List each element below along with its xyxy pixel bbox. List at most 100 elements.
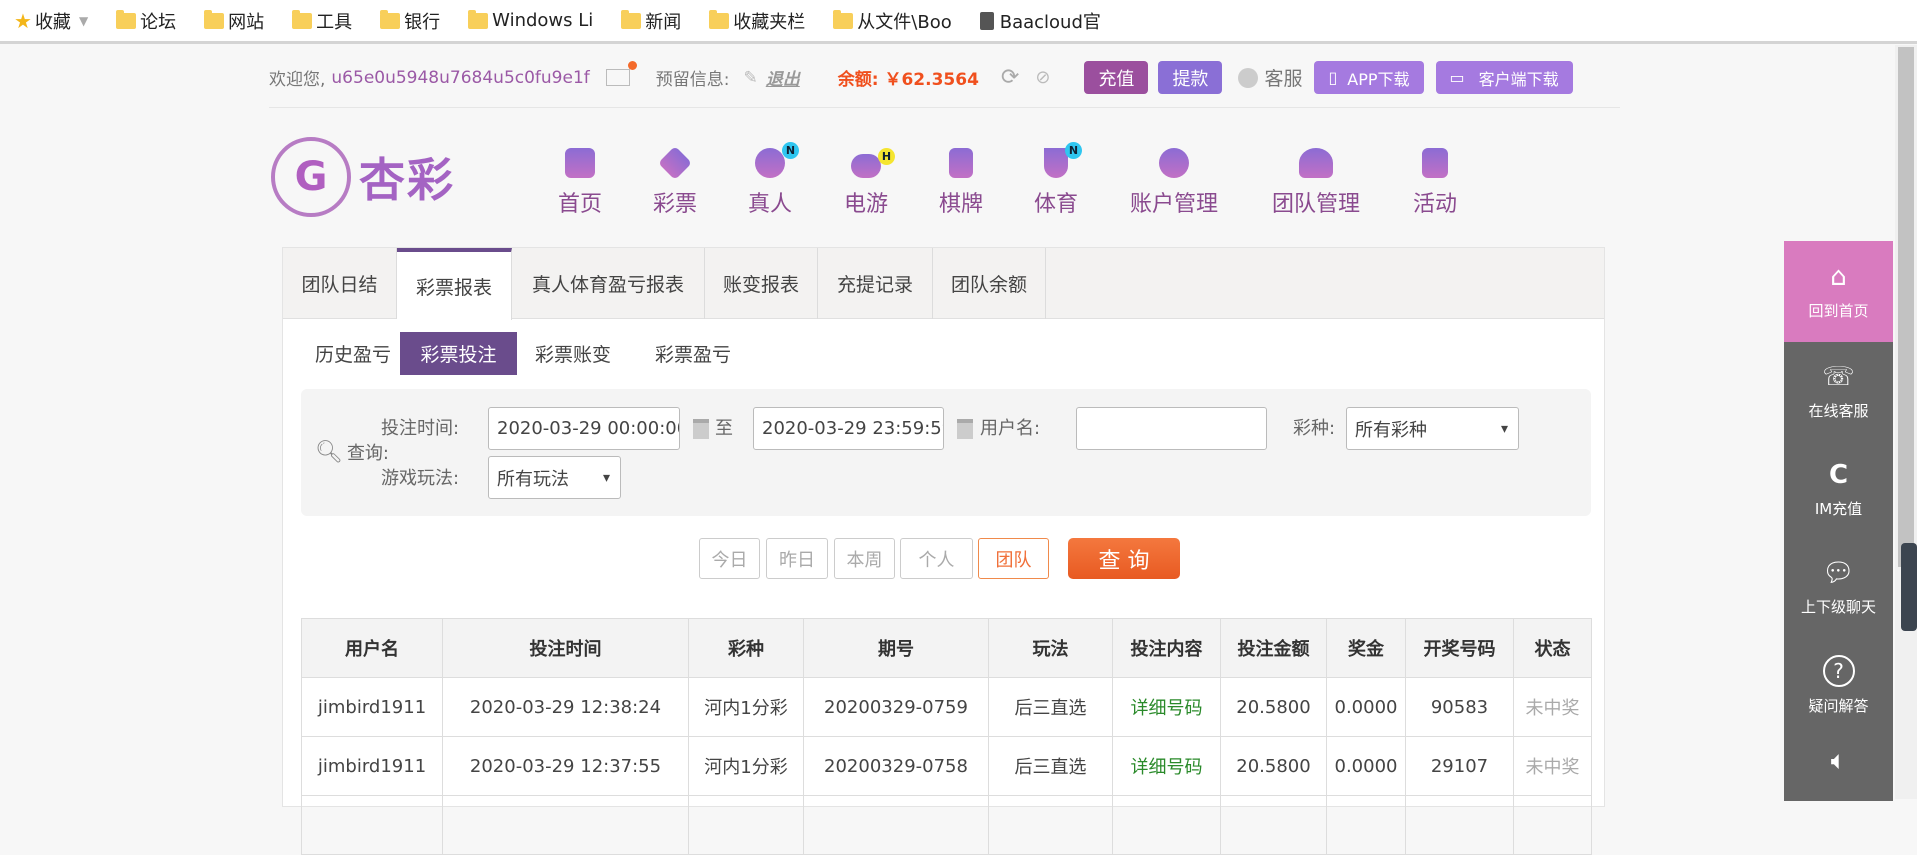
team-button[interactable]: 团队 xyxy=(978,538,1049,579)
search-button[interactable]: 查 询 xyxy=(1068,538,1180,579)
client-download-button[interactable]: ▭ 客户端下载 xyxy=(1435,61,1573,94)
this-week-button[interactable]: 本周 xyxy=(834,538,895,579)
nav-label: 首页 xyxy=(557,192,603,217)
cell-issue: 20200329-0759 xyxy=(803,677,989,737)
cell-play: 后三直选 xyxy=(988,736,1113,796)
bookmark-folder[interactable]: 从文件\Boo xyxy=(833,8,952,34)
tab-account-change[interactable]: 账变报表 xyxy=(705,248,818,319)
nav-activity[interactable]: 活动 xyxy=(1413,148,1457,218)
bookmark-label: Baacloud官 xyxy=(999,11,1101,33)
cell-status: 未中奖 xyxy=(1513,736,1592,796)
app-download-button[interactable]: ▯ APP下载 xyxy=(1314,61,1424,94)
bet-detail-link[interactable]: 详细号码 xyxy=(1112,736,1221,796)
play-type-label: 游戏玩法: xyxy=(381,468,460,489)
bookmark-label: 工具 xyxy=(316,11,353,33)
new-badge: N xyxy=(781,142,799,159)
cell-amount: 20.5800 xyxy=(1220,736,1327,796)
bookmark-favorites[interactable]: ★ 收藏 ▼ xyxy=(14,8,88,34)
play-type-select[interactable]: 所有玩法 xyxy=(488,456,621,499)
page-icon xyxy=(979,11,994,30)
reserved-info-label: 预留信息: xyxy=(655,70,730,90)
tab-live-sports-report[interactable]: 真人体育盈亏报表 xyxy=(512,248,705,319)
bet-time-label: 投注时间: xyxy=(381,418,460,439)
cell-bet-time: 2020-03-29 12:37:55 xyxy=(442,736,689,796)
tab-team-daily[interactable]: 团队日结 xyxy=(283,248,397,319)
bookmarks-bar: ★ 收藏 ▼ 论坛 网站 工具 银行 Windows Li 新闻 收藏夹栏 从文件\… xyxy=(0,0,1917,44)
lottery-type-label: 彩种: xyxy=(1293,418,1336,439)
start-time-input[interactable]: 2020-03-29 00:00:00 xyxy=(488,407,680,450)
subtab-lottery-pnl[interactable]: 彩票盈亏 xyxy=(643,332,743,375)
logo[interactable]: G 杏彩 xyxy=(271,134,481,220)
scrollbar-thumb[interactable] xyxy=(1898,47,1914,567)
cell-lottery: 河内1分彩 xyxy=(688,736,804,796)
personal-button[interactable]: 个人 xyxy=(900,538,973,579)
nav-live[interactable]: N 真人 xyxy=(747,142,799,218)
side-im-recharge[interactable]: C IM充值 xyxy=(1784,440,1893,538)
calendar-icon[interactable] xyxy=(693,419,709,439)
column-header: 状态 xyxy=(1513,618,1592,678)
recharge-button[interactable]: 充值 xyxy=(1084,61,1149,94)
column-header: 开奖号码 xyxy=(1405,618,1514,678)
nav-label: 真人 xyxy=(747,192,793,217)
lottery-type-select[interactable]: 所有彩种 xyxy=(1346,407,1519,450)
im-icon: C xyxy=(1828,459,1849,490)
refresh-icon[interactable]: ⟳ xyxy=(1001,65,1019,90)
folder-icon xyxy=(204,9,225,29)
username-input[interactable] xyxy=(1076,407,1267,450)
service-button[interactable]: 客服 xyxy=(1238,64,1302,91)
subtab-lottery-bets[interactable]: 彩票投注 xyxy=(400,332,517,375)
side-chat[interactable]: 💬︎ 上下级聊天 xyxy=(1784,538,1893,636)
calendar-icon[interactable] xyxy=(957,419,973,439)
bookmark-folder[interactable]: 网站 xyxy=(204,8,264,34)
bookmark-folder[interactable]: 工具 xyxy=(292,8,352,34)
mail-icon[interactable] xyxy=(605,61,637,86)
page-scrollbar[interactable] xyxy=(1895,45,1917,799)
tab-team-balance[interactable]: 团队余额 xyxy=(933,248,1046,319)
folder-icon xyxy=(468,9,489,29)
bet-detail-link[interactable]: 详细号码 xyxy=(1112,677,1221,737)
tab-lottery-report[interactable]: 彩票报表 xyxy=(397,248,512,320)
bookmark-label: 新闻 xyxy=(645,11,682,33)
subtab-lottery-changes[interactable]: 彩票账变 xyxy=(523,332,623,375)
bookmark-folder[interactable]: 收藏夹栏 xyxy=(709,8,805,34)
tab-deposit-withdraw[interactable]: 充提记录 xyxy=(818,248,933,319)
bookmark-label: 收藏 xyxy=(34,11,71,33)
bookmark-page[interactable]: Baacloud官 xyxy=(979,8,1101,34)
end-time-input[interactable]: 2020-03-29 23:59:59 xyxy=(753,407,944,450)
bookmark-folder[interactable]: 新闻 xyxy=(621,8,681,34)
side-speaker[interactable]: 🔈︎ xyxy=(1784,734,1893,832)
hide-eye-icon[interactable]: ⊘ xyxy=(1035,67,1050,88)
nav-sports[interactable]: N 体育 xyxy=(1034,142,1082,218)
service-icon xyxy=(1238,67,1259,88)
bookmark-folder[interactable]: 论坛 xyxy=(116,8,176,34)
gift-icon xyxy=(1421,148,1448,178)
subtab-history-pnl[interactable]: 历史盈亏 xyxy=(303,332,403,375)
volume-widget xyxy=(1901,543,1917,631)
search-icon: 🔍︎ xyxy=(315,439,343,465)
column-header: 玩法 xyxy=(988,618,1113,678)
phone-icon: ▯ xyxy=(1328,68,1338,87)
column-header: 用户名 xyxy=(301,618,443,678)
bookmark-folder[interactable]: Windows Li xyxy=(468,9,593,31)
nav-slots[interactable]: H 电游 xyxy=(844,148,895,218)
bookmark-label: 银行 xyxy=(404,11,441,33)
side-home-button[interactable]: ⌂ 回到首页 xyxy=(1784,241,1893,342)
yesterday-button[interactable]: 昨日 xyxy=(766,538,828,579)
user-bar: 欢迎您, u65e0u5948u7684u5c0fu9e1f 预留信息: ✎ 退… xyxy=(269,48,1620,108)
nav-home[interactable]: 首页 xyxy=(558,148,602,218)
side-online-service[interactable]: ☏ 在线客服 xyxy=(1784,342,1893,440)
bookmark-folder[interactable]: 银行 xyxy=(380,8,440,34)
withdraw-button[interactable]: 提款 xyxy=(1158,61,1223,94)
edit-icon[interactable]: ✎ xyxy=(744,68,758,88)
today-button[interactable]: 今日 xyxy=(699,538,760,579)
side-faq[interactable]: ? 疑问解答 xyxy=(1784,636,1893,734)
column-header: 奖金 xyxy=(1326,618,1406,678)
nav-team[interactable]: 团队管理 xyxy=(1272,148,1360,218)
nav-account[interactable]: 账户管理 xyxy=(1130,148,1218,218)
nav-lottery[interactable]: 彩票 xyxy=(653,146,697,218)
logout-link[interactable]: 退出 xyxy=(766,65,800,90)
bookmark-label: 网站 xyxy=(228,11,265,33)
nav-label: 团队管理 xyxy=(1271,192,1361,217)
cell-issue: 20200329-0758 xyxy=(803,736,989,796)
nav-chess[interactable]: 棋牌 xyxy=(939,148,983,218)
